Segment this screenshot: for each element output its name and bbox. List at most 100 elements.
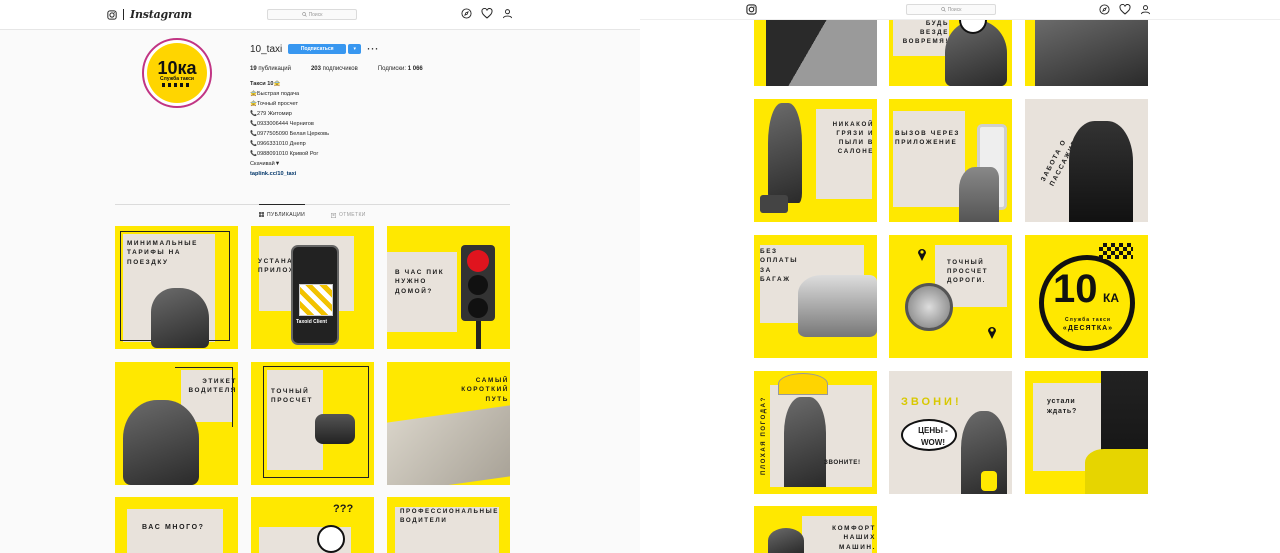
- post-tile[interactable]: будь везде вовремя!: [889, 20, 1012, 86]
- instagram-camera-icon[interactable]: [746, 4, 757, 15]
- post-caption: этикет водителя: [188, 378, 237, 395]
- wallet-coins-photo: [315, 414, 355, 444]
- tag-icon: [331, 212, 336, 218]
- bio-line: 📞0988091010 Кривой Рог: [250, 151, 319, 157]
- following-stat[interactable]: Подписки: 1 066: [378, 66, 423, 72]
- avatar-logo-text: 10ка: [157, 57, 197, 78]
- post-tile[interactable]: в час пик нужно домой?: [387, 226, 510, 349]
- bio-link[interactable]: taplink.cc/10_taxi: [250, 169, 510, 179]
- post-tile[interactable]: устанавливай приложение Taxoid Client: [251, 226, 374, 349]
- bio-line: Скачивай▼: [250, 161, 281, 167]
- followers-stat[interactable]: 203 подписчиков: [311, 66, 358, 72]
- post-tile[interactable]: звони! цены - wow!: [889, 371, 1012, 494]
- car-trunk-photo: [798, 275, 877, 337]
- left-screenshot: Instagram Поиск 10ка Служба такси 10_tax…: [0, 0, 640, 553]
- post-tile[interactable]: комфорт наших машин.: [754, 506, 877, 553]
- instagram-logo[interactable]: Instagram: [107, 8, 192, 21]
- post-caption: минимальные тарифы на поездку: [127, 240, 198, 266]
- post-tile[interactable]: вас много?: [115, 497, 238, 553]
- profile-tabs: ПУБЛИКАЦИИ ОТМЕТКИ: [115, 204, 510, 224]
- search-input[interactable]: Поиск: [267, 9, 357, 20]
- traffic-light-pole: [476, 321, 481, 349]
- profile-icon[interactable]: [1140, 4, 1151, 15]
- explore-icon[interactable]: [1099, 4, 1110, 15]
- tab-posts[interactable]: ПУБЛИКАЦИИ: [259, 204, 306, 224]
- taxi-logo-subtitle: Служба такси: [1065, 317, 1111, 323]
- post-tile[interactable]: профессиональные водители: [387, 497, 510, 553]
- avatar-logo-subtitle: Служба такси: [160, 75, 194, 82]
- post-caption: звони!: [901, 396, 962, 408]
- post-caption: устали ждать?: [1047, 398, 1078, 416]
- post-tile[interactable]: минимальные тарифы на поездку: [115, 226, 238, 349]
- search-icon: [940, 7, 946, 12]
- post-caption: без оплаты за багаж: [760, 248, 799, 283]
- compass-icon: [905, 283, 953, 331]
- search-placeholder: Поиск: [947, 6, 962, 13]
- post-tile[interactable]: точный просчет: [251, 362, 374, 485]
- post-tile[interactable]: плохая погода? звоните!: [754, 371, 877, 494]
- traffic-light-icon: [461, 245, 495, 321]
- post-caption: точный просчет дороги.: [947, 259, 989, 284]
- post-tile[interactable]: ???: [251, 497, 374, 553]
- post-tile[interactable]: этикет водителя: [115, 362, 238, 485]
- post-tile[interactable]: точный просчет дороги.: [889, 235, 1012, 358]
- profile-icon[interactable]: [502, 8, 513, 19]
- post-tile[interactable]: забота о пассажире: [1025, 99, 1148, 222]
- heart-icon[interactable]: [1119, 4, 1131, 15]
- post-tile[interactable]: устали ждать?: [1025, 371, 1148, 494]
- yellow-stripe: [754, 20, 766, 86]
- vacuum-icon: [760, 195, 788, 213]
- bio-line: 📞0977505090 Белая Церковь: [250, 131, 330, 137]
- post-caption: никакой грязи и пыли в салоне: [832, 121, 874, 155]
- profile-avatar[interactable]: 10ка Служба такси: [142, 38, 212, 108]
- post-tile[interactable]: без оплаты за багаж: [754, 235, 877, 358]
- car-interior-photo: [1035, 20, 1148, 86]
- phone-receiver-icon: [981, 471, 997, 491]
- alarm-clock-icon: [317, 525, 345, 553]
- yellow-coat: [1085, 449, 1148, 494]
- search-icon: [301, 12, 307, 17]
- post-caption: будь везде вовремя!: [902, 20, 949, 45]
- hand-photo: [959, 167, 999, 222]
- more-options-button[interactable]: ···: [367, 45, 379, 54]
- post-caption: в час пик нужно домой?: [395, 269, 445, 295]
- search-input[interactable]: Поиск: [906, 4, 996, 15]
- logo-divider: [123, 9, 124, 20]
- instagram-wordmark: Instagram: [130, 8, 192, 21]
- taxi-logo-number: 10: [1053, 267, 1098, 311]
- post-tile[interactable]: [754, 20, 877, 86]
- map-pin-icon: [918, 249, 926, 261]
- post-tile[interactable]: никакой грязи и пыли в салоне: [754, 99, 877, 222]
- bio-line: 🚖Точный просчет: [250, 101, 299, 107]
- post-tile[interactable]: вызов через приложение: [889, 99, 1012, 222]
- post-caption: вас много?: [142, 524, 205, 531]
- tab-posts-label: ПУБЛИКАЦИИ: [267, 211, 306, 218]
- post-caption: профессиональные водители: [400, 508, 499, 524]
- post-tile[interactable]: самый короткий путь: [387, 362, 510, 485]
- map-pin-icon: [988, 327, 996, 339]
- profile-stats: 19 публикаций 203 подписчиков Подписки: …: [250, 66, 510, 72]
- bio-name: Такси 10🚖: [250, 81, 281, 87]
- app-logo-icon: [299, 284, 333, 316]
- post-caption: точный просчет: [271, 388, 314, 405]
- suggestions-dropdown-button[interactable]: ▾: [348, 44, 362, 54]
- profile-header: 10ка Служба такси 10_taxi Подписаться ▾ …: [115, 30, 510, 202]
- profile-bio: Такси 10🚖 🚖Быстрая подача 🚖Точный просче…: [250, 79, 510, 179]
- taxi-logo-suffix: КА: [1103, 291, 1119, 305]
- explore-icon[interactable]: [461, 8, 472, 19]
- posts-stat: 19 публикаций: [250, 66, 291, 72]
- tab-tagged-label: ОТМЕТКИ: [339, 212, 366, 218]
- bio-line: 📞0933006444 Чернигов: [250, 121, 314, 127]
- tab-tagged[interactable]: ОТМЕТКИ: [331, 205, 366, 225]
- top-nav: Instagram Поиск: [0, 0, 640, 30]
- follow-button[interactable]: Подписаться: [288, 44, 347, 54]
- map-photo: [387, 405, 510, 485]
- post-caption: звоните!: [824, 459, 861, 466]
- coins-hand-photo: [151, 288, 209, 348]
- post-tile[interactable]: 10 КА Служба такси «ДЕСЯТКА»: [1025, 235, 1148, 358]
- post-caption: вызов через приложение: [895, 130, 961, 147]
- driver-cap-photo: [123, 400, 199, 485]
- man-umbrella-photo: [784, 397, 826, 487]
- heart-icon[interactable]: [481, 8, 493, 19]
- post-tile[interactable]: [1025, 20, 1148, 86]
